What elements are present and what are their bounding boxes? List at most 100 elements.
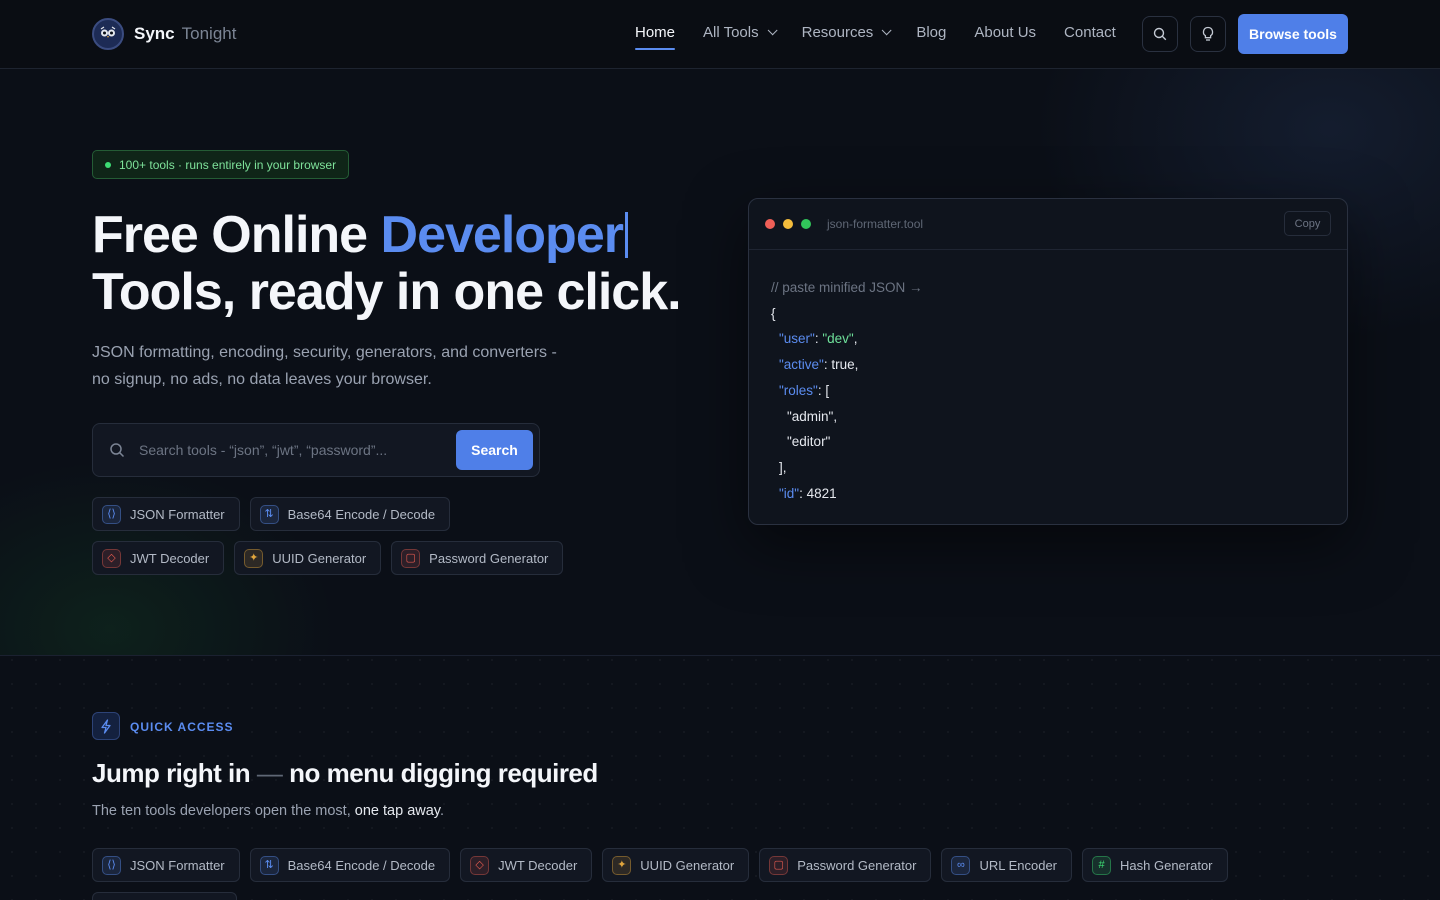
tool-chip-label: JSON Formatter	[130, 857, 225, 873]
code-line: ],	[771, 455, 923, 481]
tool-chip-label: JWT Decoder	[130, 550, 210, 566]
hero-title-part2: Tools, ready in one click.	[92, 263, 682, 321]
lightning-icon	[92, 712, 120, 740]
nav-link-label: Resources	[801, 24, 874, 41]
tool-chip-label: Password Generator	[429, 550, 549, 566]
qa-sub-part1: The ten tools developers open the most,	[92, 803, 355, 819]
tool-icon: ∞	[951, 855, 971, 875]
chevron-down-icon	[881, 25, 892, 36]
qa-title-part1: Jump right in	[92, 758, 257, 788]
qa-title-dash: —	[256, 758, 283, 788]
code-token: ],	[779, 459, 787, 475]
tool-icon: ⇅	[259, 855, 279, 875]
tool-chip-label: JWT Decoder	[498, 857, 578, 873]
quick-access-subtitle: The ten tools developers open the most, …	[92, 803, 444, 819]
tool-chip[interactable]: ⇅ Base64 Encode / Decode	[249, 848, 451, 882]
hero-subtitle: JSON formatting, encoding, security, gen…	[92, 344, 557, 388]
hero-title-accent: Developer	[380, 206, 624, 264]
code-token: "editor"	[787, 434, 831, 450]
tool-chip[interactable]: ✦ UUID Generator	[234, 541, 382, 575]
code-token: : [	[817, 382, 830, 398]
hero-section: 100+ tools · runs entirely in your brows…	[0, 69, 1440, 656]
tool-chip-label: Password Generator	[797, 857, 917, 873]
nav-link-all-tools[interactable]: All Tools	[703, 24, 778, 41]
nav-link-about[interactable]: About Us	[974, 24, 1036, 41]
owl-logo-icon	[92, 18, 124, 50]
tool-chip-label: JSON Formatter	[130, 506, 225, 522]
tool-chip-label: Base64 Encode / Decode	[287, 506, 436, 522]
hero-title: Free Online Developer Tools, ready in one…	[92, 207, 712, 321]
code-token: : true,	[823, 357, 859, 373]
tool-chip-label: Base64 Encode / Decode	[287, 857, 436, 873]
tool-chip[interactable]: ⇅ Base64 Encode / Decode	[249, 497, 451, 531]
tool-chip[interactable]: ◎Color Converter	[92, 892, 237, 900]
tool-icon: ⟨⟩	[102, 855, 121, 875]
tool-icon: #	[1092, 855, 1112, 875]
nav-link-blog[interactable]: Blog	[916, 24, 946, 41]
tool-icon: ▢	[769, 855, 789, 875]
browse-tools-button[interactable]: Browse tools	[1238, 14, 1348, 54]
code-window-header: json-formatter.tool Copy	[749, 199, 1347, 250]
tool-chip[interactable]: ∞ URL Encoder	[941, 848, 1073, 882]
tool-chip[interactable]: ◇ JWT Decoder	[460, 848, 593, 882]
qa-sub-highlight: one tap away	[354, 803, 440, 819]
nav-link-label: All Tools	[703, 24, 759, 41]
tool-chip[interactable]: ⟨⟩ JSON Formatter	[92, 848, 240, 882]
qa-title-part2: no menu digging required	[282, 758, 598, 788]
tool-chip[interactable]: ▢ Password Generator	[759, 848, 932, 882]
badge-text: 100+ tools · runs entirely in your brows…	[119, 157, 337, 172]
tool-icon: ⇅	[259, 504, 279, 524]
nav-links: Home All Tools Resources Blog About Us C…	[635, 24, 1144, 50]
code-line: "editor"	[771, 429, 923, 455]
nav-link-resources[interactable]: Resources	[801, 24, 892, 41]
code-line: {	[771, 301, 923, 327]
hero-title-part1: Free Online	[92, 206, 381, 264]
nav-link-label: Contact	[1064, 24, 1116, 41]
copy-button[interactable]: Copy	[1284, 211, 1331, 236]
code-token: ,	[853, 331, 858, 347]
tool-chip[interactable]: ◇ JWT Decoder	[92, 541, 225, 575]
top-navbar: Sync Tonight Home All Tools Resources Bl…	[0, 0, 1440, 69]
search-input[interactable]	[139, 424, 449, 476]
tool-chip[interactable]: ⟨⟩ JSON Formatter	[92, 497, 240, 531]
chevron-down-icon	[767, 25, 778, 36]
hero-search: Search	[92, 423, 540, 477]
maximize-dot-icon	[801, 219, 811, 229]
nav-link-contact[interactable]: Contact	[1064, 24, 1116, 41]
hero-tool-chips: ⟨⟩ JSON Formatter ⇅ Base64 Encode / Decode ◇…	[92, 497, 572, 575]
code-token: "admin",	[787, 408, 838, 424]
lightbulb-icon	[1202, 26, 1214, 41]
nav-search-button[interactable]	[1142, 16, 1178, 52]
code-line: "admin",	[771, 404, 923, 430]
code-line: "id": 4821	[771, 481, 923, 507]
code-token: "user"	[779, 331, 815, 347]
nav-link-home[interactable]: Home	[635, 24, 676, 50]
code-token: {	[771, 305, 776, 321]
code-filename: json-formatter.tool	[827, 217, 924, 231]
nav-link-label: Home	[635, 24, 676, 41]
qa-sub-part2: .	[439, 803, 444, 819]
tool-chip-label: UUID Generator	[272, 550, 367, 566]
tool-chip[interactable]: # Hash Generator	[1082, 848, 1228, 882]
code-line: "user": "dev",	[771, 326, 923, 352]
code-token: "dev"	[822, 331, 854, 347]
hero-badge: 100+ tools · runs entirely in your brows…	[92, 150, 350, 179]
tool-chip[interactable]: ✦ UUID Generator	[602, 848, 750, 882]
search-icon	[109, 442, 125, 463]
tool-chip-label: UUID Generator	[640, 857, 735, 873]
tool-chip[interactable]: ▢ Password Generator	[391, 541, 564, 575]
brand-name: Sync	[134, 24, 175, 43]
tool-icon: ▢	[401, 548, 421, 568]
code-line: "active": true,	[771, 352, 923, 378]
tool-icon: ◇	[102, 548, 121, 568]
search-button[interactable]: Search	[456, 430, 533, 470]
brand-suffix: Tonight	[181, 24, 237, 43]
tool-chip-label: Hash Generator	[1120, 857, 1213, 873]
theme-toggle-button[interactable]	[1190, 16, 1226, 52]
code-token: : 4821	[799, 485, 837, 501]
nav-link-label: Blog	[916, 24, 947, 41]
code-token: "active"	[779, 357, 824, 373]
quick-access-title: Jump right in — no menu digging required	[92, 758, 598, 789]
tool-icon: ◇	[470, 855, 490, 875]
brand-logo[interactable]: Sync Tonight	[92, 18, 236, 50]
